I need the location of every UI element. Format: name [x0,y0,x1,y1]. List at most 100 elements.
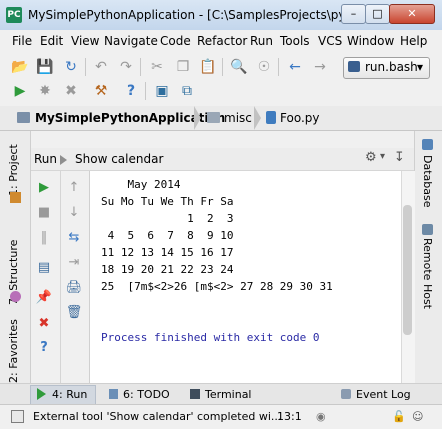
toolbar-separator [278,58,279,76]
run-icon[interactable]: ▶ [11,82,29,100]
project-icon [10,192,21,203]
terminal-icon [190,389,200,399]
tab-project[interactable]: 1: Project [7,136,20,196]
menu-view[interactable]: View [71,34,99,48]
app-icon: PC [6,7,22,23]
project-folder-icon [17,112,30,123]
menu-window[interactable]: Window [347,34,394,48]
tab-remote-host[interactable]: Remote Host [421,238,434,309]
bottom-tool-tabs: 4: Run 6: TODO Terminal Event Log [0,383,442,406]
run-action-bar: ▶ ■ ‖ ▤ 📌 ✖ ? [31,171,57,383]
print-icon[interactable]: 🖨 [65,279,83,297]
lock-icon[interactable]: 🔓 [392,410,406,423]
menu-code[interactable]: Code [160,34,191,48]
undo-icon[interactable]: ↶ [92,58,110,76]
console-line: 11 12 13 14 15 16 17 [101,246,234,259]
tab-database[interactable]: Database [421,155,434,208]
inspector-icon[interactable]: ☺ [412,410,423,423]
find-icon[interactable]: 🔍 [230,58,248,76]
status-bar: External tool 'Show calendar' completed … [0,404,442,429]
pause-icon[interactable]: ‖ [35,229,53,247]
status-message[interactable]: External tool 'Show calendar' completed … [33,410,281,423]
tab-todo[interactable]: 6: TODO [123,386,170,403]
close-button[interactable]: ✕ [389,4,435,24]
pin-icon[interactable]: 📌 [35,289,53,307]
stop-icon[interactable]: ■ [35,204,53,222]
toolbar-separator [140,58,141,76]
save-icon[interactable]: 💾 [36,58,54,76]
back-icon[interactable]: ← [286,58,304,76]
settings-icon[interactable]: ⚒ [92,82,110,100]
menu-bar: File Edit View Navigate Code Refactor Ru… [0,30,442,52]
breadcrumb-file[interactable]: Foo.py [280,111,319,125]
folder-icon [207,112,220,123]
run-panel-header: Run Show calendar ⚙ ▾ ↧ [31,148,414,171]
run-icon [37,388,46,400]
run-tab-arrow-icon [60,155,67,165]
scroll-down-icon[interactable]: ↓ [65,204,83,222]
help-icon[interactable]: ? [35,339,53,357]
run-config-selector[interactable]: run.bash ▾ [343,57,430,79]
left-tool-strip: 1: Project 7: Structure 2: Favorites [0,131,31,383]
menu-help[interactable]: Help [400,34,427,48]
tab-event-log[interactable]: Event Log [356,386,411,403]
close-icon[interactable]: ✖ [35,315,53,333]
toolbar-separator [85,58,86,76]
run-panel-title[interactable]: Show calendar [75,152,163,166]
soft-wrap-icon[interactable]: ⇆ [65,229,83,247]
forward-icon[interactable]: → [311,58,329,76]
menu-refactor[interactable]: Refactor [197,34,247,48]
menu-tools[interactable]: Tools [280,34,310,48]
title-bar: PC MySimplePythonApplication - [C:\Sampl… [0,0,442,31]
open-folder-icon[interactable]: 📂 [11,58,29,76]
tool-windows-icon[interactable] [11,410,24,423]
scrollbar-thumb[interactable] [403,205,412,335]
structure-icon [10,291,21,302]
python-file-icon [266,111,276,124]
menu-file[interactable]: File [12,34,32,48]
encoding-icon[interactable]: ◉ [316,410,326,423]
menu-edit[interactable]: Edit [40,34,63,48]
toolbar-separator [145,82,146,100]
menu-navigate[interactable]: Navigate [104,34,158,48]
debug-icon[interactable]: ✸ [36,82,54,100]
stop-icon[interactable]: ✖ [62,82,80,100]
menu-run[interactable]: Run [250,34,273,48]
rerun-icon[interactable]: ▶ [35,179,53,197]
tab-terminal[interactable]: Terminal [205,386,252,403]
tab-run[interactable]: 4: Run [52,386,87,403]
layout-icon[interactable]: ▤ [35,259,53,277]
scroll-to-end-icon[interactable]: ⇥ [65,254,83,272]
breadcrumb-misc[interactable]: misc [224,111,252,125]
window-title: MySimplePythonApplication - [C:\SamplesP… [28,8,361,22]
terminal-icon [348,61,360,72]
python-console-icon[interactable]: ▣ [153,82,171,100]
console-line: Su Mo Tu We Th Fr Sa [101,195,234,208]
menu-vcs[interactable]: VCS [318,34,342,48]
remote-host-icon [422,224,433,235]
console-output[interactable]: May 2014 Su Mo Tu We Th Fr Sa 1 2 3 4 5 … [89,171,402,383]
hide-panel-icon[interactable]: ↧ [394,150,405,165]
paste-icon[interactable]: 📋 [199,58,217,76]
gear-icon[interactable]: ⚙ [365,150,377,165]
trash-icon[interactable]: 🗑 [65,304,83,322]
tab-favorites[interactable]: 2: Favorites [7,319,20,383]
cursor-position[interactable]: 13:1 [277,410,302,423]
help-icon[interactable]: ? [122,82,140,100]
sync-icon[interactable]: ↻ [62,58,80,76]
console-action-bar: ↑ ↓ ⇆ ⇥ 🖨 🗑 [60,171,90,383]
redo-icon[interactable]: ↷ [117,58,135,76]
breadcrumb-separator [254,106,261,130]
copy-icon[interactable]: ❐ [174,58,192,76]
gear-dropdown-icon[interactable]: ▾ [380,151,385,162]
scroll-up-icon[interactable]: ↑ [65,179,83,197]
exit-message: Process finished with exit code 0 [101,331,320,344]
maximize-button[interactable]: □ [365,4,390,24]
vcs-icon[interactable]: ⧉ [178,82,196,100]
run-config-label: run.bash [365,60,418,74]
event-log-icon [341,389,351,399]
console-line: May 2014 [101,178,181,191]
replace-icon[interactable]: ☉ [255,58,273,76]
cut-icon[interactable]: ✂ [148,58,166,76]
minimize-button[interactable]: – [341,4,366,24]
